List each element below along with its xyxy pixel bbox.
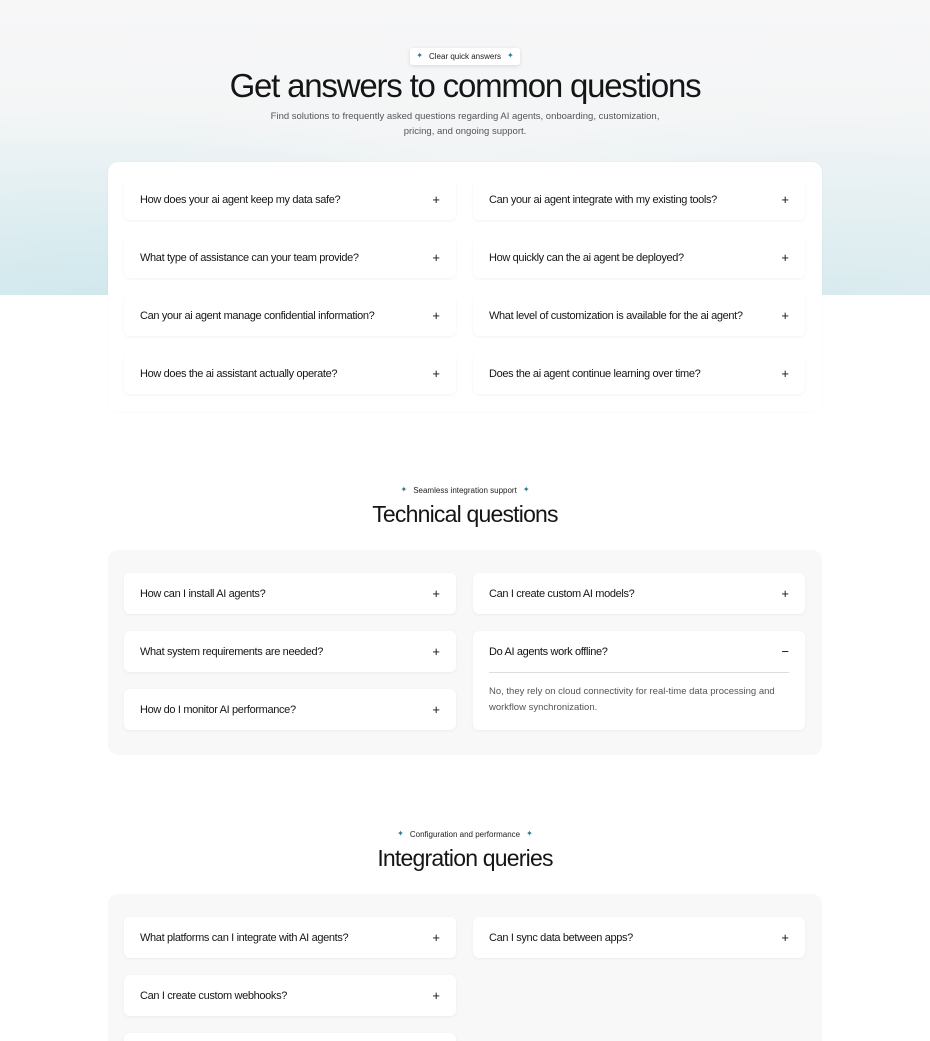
plus-icon: + bbox=[432, 702, 440, 717]
faq-question: Can I create custom webhooks? bbox=[140, 989, 287, 1002]
sparkle-icon: ✦ bbox=[400, 485, 408, 494]
sparkle-icon: ✦ bbox=[416, 51, 423, 60]
technical-header: ✦ Seamless integration support ✦ Technic… bbox=[0, 479, 930, 528]
technical-badge-label: Seamless integration support bbox=[413, 485, 517, 495]
faq-badge: ✦ Clear quick answers ✦ bbox=[410, 47, 520, 65]
plus-icon: + bbox=[432, 192, 440, 207]
faq-item[interactable]: Does the ai agent continue learning over… bbox=[473, 353, 805, 394]
faq-panel: How does your ai agent keep my data safe… bbox=[108, 162, 822, 412]
faq-item[interactable]: Can your ai agent integrate with my exis… bbox=[473, 179, 805, 220]
plus-icon: + bbox=[781, 586, 789, 601]
faq-question: What system requirements are needed? bbox=[140, 645, 324, 658]
faq-question: Can I create custom AI models? bbox=[489, 587, 635, 600]
technical-panel: How can I install AI agents? + What syst… bbox=[108, 550, 822, 755]
sparkle-icon: ✦ bbox=[397, 829, 404, 838]
faq-question: Does the ai agent continue learning over… bbox=[489, 367, 701, 380]
plus-icon: + bbox=[781, 250, 789, 265]
minus-icon: − bbox=[781, 644, 789, 659]
faq-header: ✦ Clear quick answers ✦ Get answers to c… bbox=[0, 45, 930, 140]
faq-badge-label: Clear quick answers bbox=[428, 51, 502, 61]
integration-header: ✦ Configuration and performance ✦ Integr… bbox=[0, 823, 930, 872]
faq-question: How does the ai assistant actually opera… bbox=[140, 367, 338, 380]
sparkle-icon: ✦ bbox=[522, 485, 530, 494]
faq-question: What type of assistance can your team pr… bbox=[140, 251, 359, 264]
faq-item[interactable]: How does the ai assistant actually opera… bbox=[124, 353, 456, 394]
faq-item-header[interactable]: Do AI agents work offline? − bbox=[489, 631, 789, 672]
faq-item[interactable]: What level of customization is available… bbox=[473, 295, 805, 336]
faq-question: How quickly can the ai agent be deployed… bbox=[489, 251, 684, 264]
plus-icon: + bbox=[781, 366, 789, 381]
faq-item[interactable]: Can I create custom webhooks? + bbox=[124, 975, 456, 1016]
faq-item[interactable]: Can I sync data between apps? + bbox=[473, 917, 805, 958]
faq-item[interactable]: How do I monitor AI performance? + bbox=[124, 689, 456, 730]
plus-icon: + bbox=[432, 930, 440, 945]
faq-item-expanded: Do AI agents work offline? − No, they re… bbox=[473, 631, 805, 730]
integration-badge: ✦ Configuration and performance ✦ bbox=[391, 826, 539, 843]
plus-icon: + bbox=[781, 192, 789, 207]
page-title: Get answers to common questions bbox=[229, 66, 702, 104]
faq-question: How does your ai agent keep my data safe… bbox=[140, 193, 341, 206]
faq-item[interactable]: Can I create custom AI models? + bbox=[473, 573, 805, 614]
faq-item[interactable]: What system requirements are needed? + bbox=[124, 631, 456, 672]
plus-icon: + bbox=[432, 250, 440, 265]
sparkle-icon: ✦ bbox=[526, 829, 533, 838]
faq-question: What level of customization is available… bbox=[489, 309, 743, 322]
plus-icon: + bbox=[781, 308, 789, 323]
technical-badge: ✦ Seamless integration support ✦ bbox=[394, 482, 535, 499]
faq-question: Do AI agents work offline? bbox=[489, 645, 608, 658]
faq-item[interactable]: What platforms can I integrate with AI a… bbox=[124, 917, 456, 958]
plus-icon: + bbox=[432, 366, 440, 381]
faq-question: How can I install AI agents? bbox=[140, 587, 266, 600]
divider bbox=[489, 672, 789, 673]
plus-icon: + bbox=[781, 930, 789, 945]
faq-item[interactable]: How quickly can the ai agent be deployed… bbox=[473, 237, 805, 278]
faq-question: Can I sync data between apps? bbox=[489, 931, 633, 944]
faq-question: How do I monitor AI performance? bbox=[140, 703, 296, 716]
faq-item[interactable]: How does your ai agent keep my data safe… bbox=[124, 179, 456, 220]
plus-icon: + bbox=[432, 644, 440, 659]
integration-panel: What platforms can I integrate with AI a… bbox=[108, 894, 822, 1041]
plus-icon: + bbox=[432, 586, 440, 601]
faq-item[interactable]: What type of assistance can your team pr… bbox=[124, 237, 456, 278]
plus-icon: + bbox=[432, 308, 440, 323]
integration-title: Integration queries bbox=[377, 844, 553, 871]
faq-item[interactable]: Can your ai agent manage confidential in… bbox=[124, 295, 456, 336]
faq-question: Can your ai agent manage confidential in… bbox=[140, 309, 375, 322]
integration-badge-label: Configuration and performance bbox=[409, 829, 521, 839]
faq-question: What platforms can I integrate with AI a… bbox=[140, 931, 349, 944]
plus-icon: + bbox=[432, 988, 440, 1003]
faq-answer: No, they rely on cloud connectivity for … bbox=[489, 686, 775, 713]
faq-item-partial[interactable] bbox=[124, 1033, 456, 1041]
sparkle-icon: ✦ bbox=[507, 51, 514, 60]
faq-item[interactable]: How can I install AI agents? + bbox=[124, 573, 456, 614]
technical-title: Technical questions bbox=[372, 500, 558, 527]
faq-question: Can your ai agent integrate with my exis… bbox=[489, 193, 717, 206]
page-subtitle: Find solutions to frequently asked quest… bbox=[270, 110, 660, 138]
